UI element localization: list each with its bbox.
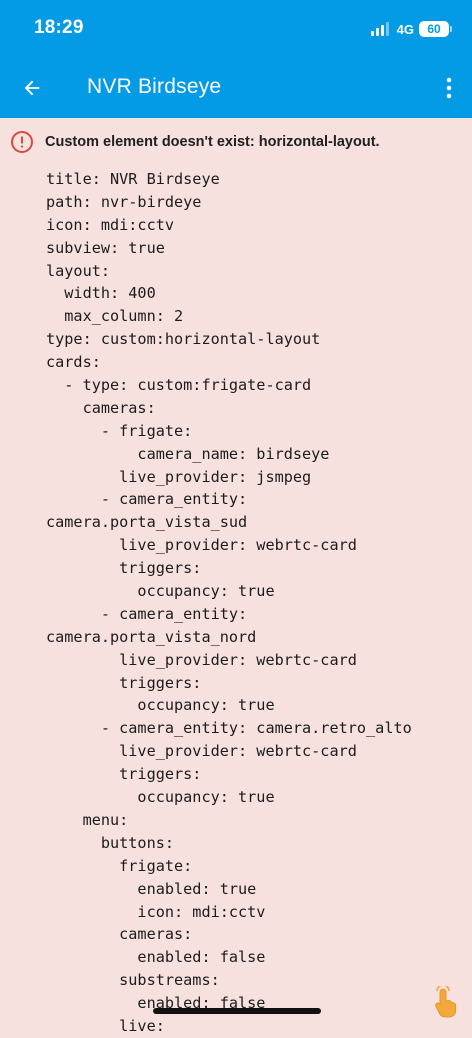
- yaml-line: icon: mdi:cctv: [46, 215, 175, 234]
- yaml-line: live_provider: webrtc-card: [46, 536, 357, 555]
- yaml-line: cards:: [46, 353, 101, 372]
- status-bar: 18:29 4G 60: [0, 0, 472, 58]
- yaml-line: occupancy: true: [46, 696, 275, 715]
- yaml-line: - camera_entity: camera.retro_alto: [46, 719, 412, 738]
- battery-icon: 60: [419, 21, 452, 37]
- yaml-line: live_provider: webrtc-card: [46, 650, 357, 669]
- yaml-line: - frigate:: [46, 421, 193, 440]
- page-title: NVR Birdseye: [87, 75, 222, 98]
- yaml-line: frigate:: [46, 856, 193, 875]
- error-message: Custom element doesn't exist: horizontal…: [45, 134, 380, 150]
- yaml-line: - type: custom:frigate-card: [46, 376, 312, 395]
- arrow-left-icon: [24, 80, 40, 96]
- yaml-line: max_column: 2: [46, 307, 184, 326]
- yaml-line: enabled: false: [46, 948, 266, 967]
- overflow-menu-button[interactable]: [444, 72, 454, 104]
- yaml-line: live_provider: webrtc-card: [46, 742, 357, 761]
- yaml-line: live:: [46, 1016, 165, 1035]
- yaml-line: enabled: true: [46, 879, 257, 898]
- yaml-line: title: NVR Birdseye: [46, 170, 220, 188]
- network-type: 4G: [396, 21, 414, 37]
- yaml-line: triggers:: [46, 765, 202, 784]
- home-indicator[interactable]: [153, 1008, 321, 1014]
- back-button[interactable]: [14, 70, 50, 106]
- yaml-line: icon: mdi:cctv: [46, 902, 266, 921]
- yaml-line: camera.porta_vista_nord: [46, 627, 257, 646]
- yaml-line: - camera_entity:: [46, 490, 248, 509]
- battery-level: 60: [419, 21, 449, 37]
- dots-vertical-icon: [446, 77, 452, 99]
- yaml-line: substreams:: [46, 971, 220, 990]
- yaml-line: camera.porta_vista_sud: [46, 513, 248, 532]
- yaml-line: live_provider: jsmpeg: [46, 467, 312, 486]
- yaml-line: triggers:: [46, 559, 202, 578]
- yaml-line: layout:: [46, 261, 111, 280]
- cellular-signal-icon: [370, 22, 391, 36]
- yaml-config-block: title: NVR Birdseye path: nvr-birdeye icon…: [46, 168, 466, 1038]
- yaml-line: path: nvr-birdeye: [46, 192, 202, 211]
- yaml-line: occupancy: true: [46, 788, 275, 807]
- error-banner: Custom element doesn't exist: horizontal…: [10, 129, 465, 155]
- alert-circle-outline-icon: [11, 131, 33, 153]
- yaml-line: cameras:: [46, 925, 193, 944]
- status-time: 18:29: [34, 17, 84, 38]
- yaml-line: subview: true: [46, 238, 165, 257]
- app-bar: NVR Birdseye: [0, 58, 472, 118]
- yaml-line: buttons:: [46, 833, 175, 852]
- yaml-line: occupancy: true: [46, 582, 275, 601]
- status-indicators: 4G 60: [370, 20, 452, 38]
- yaml-line: width: 400: [46, 284, 156, 303]
- yaml-line: cameras:: [46, 398, 156, 417]
- touch-pointer-icon[interactable]: [430, 986, 460, 1018]
- yaml-line: menu:: [46, 810, 129, 829]
- yaml-line: triggers:: [46, 673, 202, 692]
- yaml-line: camera_name: birdseye: [46, 444, 330, 463]
- yaml-line: type: custom:horizontal-layout: [46, 330, 321, 349]
- yaml-line: - camera_entity:: [46, 604, 248, 623]
